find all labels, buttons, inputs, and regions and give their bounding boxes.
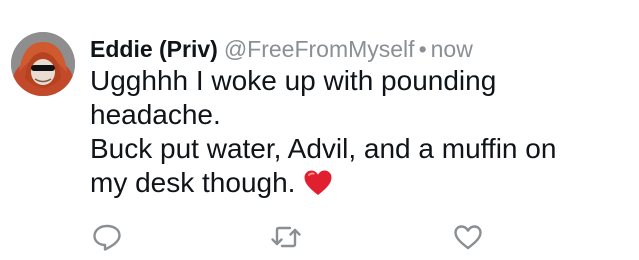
retweet-icon xyxy=(271,226,301,248)
like-button[interactable] xyxy=(452,222,484,252)
speech-bubble-icon xyxy=(93,224,121,251)
tweet-text-line: headache. xyxy=(90,99,221,130)
tweet-text-line-last: my desk though. xyxy=(90,166,630,205)
red-heart-emoji-icon xyxy=(303,169,333,205)
avatar-image xyxy=(11,32,75,96)
heart-outline-icon xyxy=(454,225,482,250)
tweet-content: Eddie (Priv) @FreeFromMyself • now Ugghhh I… xyxy=(90,34,630,205)
display-name[interactable]: Eddie (Priv) xyxy=(90,36,218,62)
tweet-text-line: Ugghhh I woke up with pounding xyxy=(90,65,497,96)
reply-button[interactable] xyxy=(91,222,123,252)
tweet-text-line: Buck put water, Advil, and a muffin on xyxy=(90,133,557,164)
retweet-button[interactable] xyxy=(270,222,302,252)
tweet[interactable]: Eddie (Priv) @FreeFromMyself • now Ugghhh I… xyxy=(0,0,639,260)
tweet-actions xyxy=(0,222,639,252)
avatar[interactable] xyxy=(11,32,75,96)
separator-dot: • xyxy=(418,36,427,62)
timestamp[interactable]: now xyxy=(431,36,473,62)
tweet-text: Ugghhh I woke up with pounding headache.… xyxy=(90,64,630,205)
tweet-header: Eddie (Priv) @FreeFromMyself • now xyxy=(90,34,630,64)
handle[interactable]: @FreeFromMyself xyxy=(224,36,415,62)
tweet-text-segment: my desk though. xyxy=(90,167,296,198)
